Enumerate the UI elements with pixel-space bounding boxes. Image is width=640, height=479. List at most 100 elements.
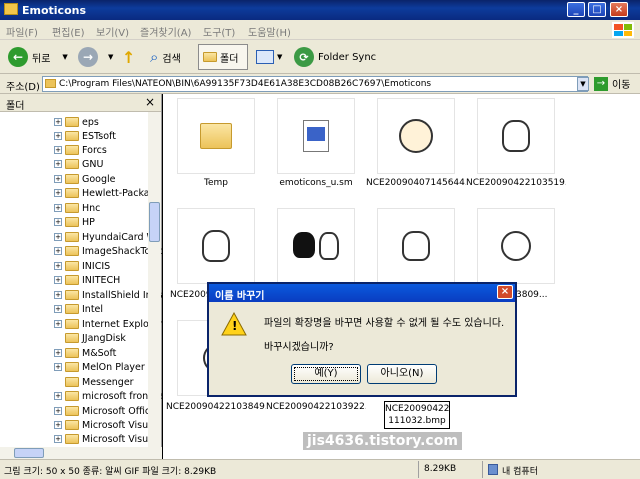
expand-icon[interactable]: + <box>54 204 62 212</box>
address-input[interactable]: C:\Program Files\NATEON\BIN\6A99135F73D4… <box>42 76 588 92</box>
title-bar: Emoticons _ □ × <box>0 0 640 20</box>
tree-item[interactable]: + Google <box>54 172 116 186</box>
file-name[interactable]: NCE20090407145644... <box>366 178 466 188</box>
tree-item[interactable]: + INICIS <box>54 259 110 273</box>
expand-icon[interactable]: + <box>54 262 62 270</box>
tree-vertical-scrollbar[interactable] <box>148 112 161 447</box>
folder-sync-button[interactable]: ⟳ Folder Sync <box>294 44 376 70</box>
chevron-down-icon: ▼ <box>277 53 283 61</box>
up-button[interactable]: ↑ <box>122 44 135 70</box>
tree-item[interactable]: + eps <box>54 115 99 129</box>
tree-item[interactable]: + GNU <box>54 157 103 171</box>
menu-favorites[interactable]: 즐겨찾기(A) <box>140 24 191 39</box>
file-name[interactable]: Temp <box>166 178 266 188</box>
menu-bar: 파일(F) 편집(E) 보기(V) 즐겨찾기(A) 도구(T) 도움말(H) <box>0 20 640 40</box>
expand-icon[interactable]: + <box>54 247 62 255</box>
expand-icon[interactable]: + <box>54 320 62 328</box>
status-divider <box>482 461 483 478</box>
folder-icon <box>203 52 217 62</box>
address-dropdown-button[interactable]: ▼ <box>577 77 589 91</box>
folder-icon <box>65 420 79 430</box>
tree-item[interactable]: + Microsoft Visual <box>54 418 157 432</box>
forward-button[interactable]: → ▼ <box>78 44 113 70</box>
expand-icon[interactable]: + <box>54 349 62 357</box>
tree-item[interactable]: + Hewlett-Packard <box>54 186 159 200</box>
file-thumbnail[interactable] <box>177 98 255 174</box>
views-button[interactable]: ▼ <box>256 44 282 70</box>
expand-icon[interactable]: + <box>54 276 62 284</box>
scroll-thumb[interactable] <box>14 448 44 458</box>
expand-icon[interactable]: + <box>54 407 62 415</box>
address-bar: 주소(D) C:\Program Files\NATEON\BIN\6A9913… <box>0 74 640 94</box>
file-name[interactable]: NCE20090422103519... <box>466 178 566 188</box>
expand-icon[interactable]: + <box>54 146 62 154</box>
file-thumbnail[interactable] <box>277 98 355 174</box>
expand-icon[interactable]: + <box>54 421 62 429</box>
expand-icon[interactable]: + <box>54 175 62 183</box>
go-button[interactable]: → 이동 <box>594 76 630 91</box>
file-thumbnail[interactable] <box>477 98 555 174</box>
expand-icon[interactable]: + <box>54 189 62 197</box>
back-button[interactable]: ← 뒤로 ▼ <box>8 44 68 70</box>
minimize-button[interactable]: _ <box>567 2 585 17</box>
folders-button[interactable]: 폴더 <box>198 44 248 70</box>
folder-icon <box>65 246 79 256</box>
folder-icon <box>65 391 79 401</box>
expand-icon[interactable]: + <box>54 132 62 140</box>
folder-icon <box>65 117 79 127</box>
tree-item[interactable]: + Microsoft Visual <box>54 432 157 446</box>
rabbit-emoticon-icon <box>319 232 339 260</box>
close-icon[interactable]: × <box>145 95 155 109</box>
dialog-message: 파일의 확장명을 바꾸면 사용할 수 없게 될 수도 있습니다. <box>264 318 505 329</box>
expand-icon[interactable]: + <box>54 118 62 126</box>
folder-sync-label: Folder Sync <box>318 51 377 63</box>
rename-input[interactable]: NCE20090422 111032.bmp <box>384 401 450 429</box>
tree-item[interactable]: + Intel <box>54 302 103 316</box>
file-thumbnail[interactable] <box>277 208 355 284</box>
folder-icon <box>65 188 79 198</box>
menu-view[interactable]: 보기(V) <box>96 24 129 39</box>
tree-item[interactable]: + MelOn Player <box>54 360 145 374</box>
tree-item[interactable]: + INITECH <box>54 273 120 287</box>
menu-help[interactable]: 도움말(H) <box>248 24 291 39</box>
file-thumbnail[interactable] <box>377 208 455 284</box>
expand-icon[interactable]: + <box>54 392 62 400</box>
folder-icon <box>4 3 18 15</box>
expand-icon[interactable]: + <box>54 218 62 226</box>
close-button[interactable]: × <box>610 2 628 17</box>
tree-item[interactable]: + Internet Explorer <box>54 317 162 331</box>
file-name[interactable]: emoticons_u.sm <box>266 178 366 188</box>
no-button[interactable]: 아니오(N) <box>367 364 437 384</box>
file-thumbnail[interactable] <box>477 208 555 284</box>
tree-item[interactable]: + Forcs <box>54 143 107 157</box>
expand-icon[interactable]: + <box>54 435 62 443</box>
tree-item[interactable]: +Messenger <box>54 375 134 389</box>
tree-item[interactable]: +JJangDisk <box>54 331 126 345</box>
tree-item[interactable]: + Hnc <box>54 201 100 215</box>
file-thumbnail[interactable] <box>377 98 455 174</box>
tree-item[interactable]: + HP <box>54 215 95 229</box>
tree-item[interactable]: + Microsoft Office <box>54 404 156 418</box>
expand-icon[interactable]: + <box>54 160 62 168</box>
scroll-thumb[interactable] <box>149 202 160 242</box>
address-label: 주소(D) <box>6 82 40 93</box>
up-folder-icon: ↑ <box>122 47 136 67</box>
expand-icon[interactable]: + <box>54 305 62 313</box>
menu-file[interactable]: 파일(F) <box>6 24 38 39</box>
file-name[interactable]: NCE20090422103849... <box>166 402 266 412</box>
tree-horizontal-scrollbar[interactable] <box>0 447 162 459</box>
expand-icon[interactable]: + <box>54 363 62 371</box>
dialog-title-bar: 이름 바꾸기 × <box>209 284 515 302</box>
search-button[interactable]: ⌕ 검색 <box>150 44 181 70</box>
tree-item[interactable]: + M&Soft <box>54 346 116 360</box>
dialog-close-button[interactable]: × <box>497 285 513 299</box>
file-thumbnail[interactable] <box>177 208 255 284</box>
file-name[interactable]: NCE20090422103922... <box>266 402 366 412</box>
maximize-button[interactable]: □ <box>588 2 606 17</box>
expand-icon[interactable]: + <box>54 291 62 299</box>
menu-tools[interactable]: 도구(T) <box>203 24 235 39</box>
tree-item[interactable]: + ESTsoft <box>54 129 116 143</box>
yes-button[interactable]: 예(Y) <box>291 364 361 384</box>
expand-icon[interactable]: + <box>54 233 62 241</box>
menu-edit[interactable]: 편집(E) <box>52 24 85 39</box>
